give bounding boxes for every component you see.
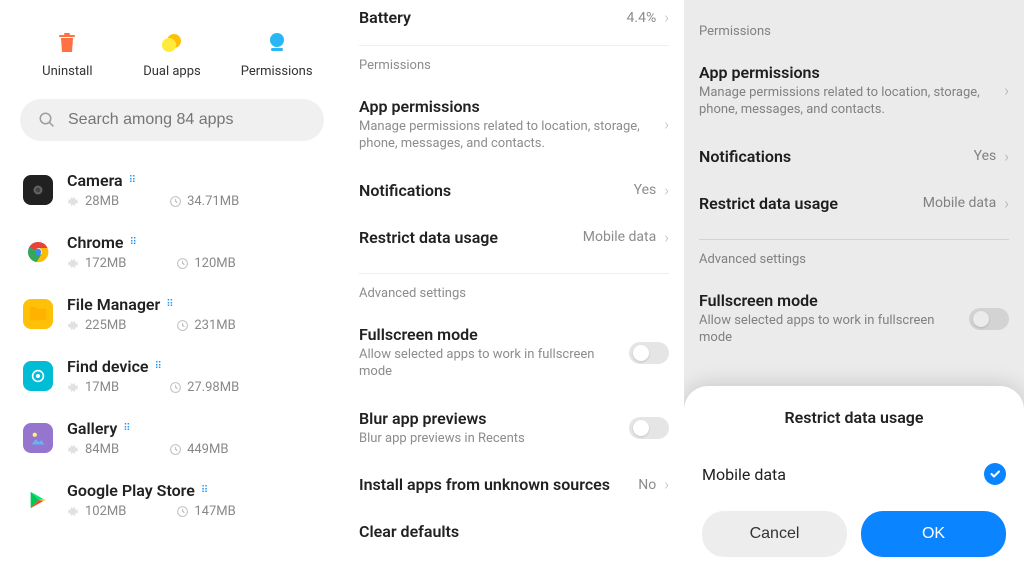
- setting-desc: Manage permissions related to location, …: [359, 119, 664, 153]
- restrict-data-row[interactable]: Restrict data usage Mobile data ›: [359, 214, 669, 273]
- app-name: Find device: [67, 357, 149, 376]
- app-data-size: 449MB: [169, 442, 228, 457]
- loading-dots-icon: ⠿: [155, 361, 161, 372]
- chevron-right-icon: ›: [664, 475, 669, 494]
- clear-defaults-row[interactable]: Clear defaults: [359, 508, 669, 555]
- chevron-right-icon: ›: [664, 115, 669, 134]
- dual-apps-icon: [159, 30, 185, 56]
- permissions-header: Permissions: [359, 46, 669, 83]
- permissions-icon: [264, 30, 290, 56]
- restrict-data-dialog: Restrict data usage Mobile data Cancel O…: [684, 386, 1024, 575]
- setting-value: Yes: [634, 182, 657, 198]
- app-row[interactable]: Chrome ⠿ 172MB 120MB: [15, 221, 329, 283]
- loading-dots-icon: ⠿: [129, 175, 135, 186]
- loading-dots-icon: ⠿: [130, 237, 136, 248]
- setting-desc: Allow selected apps to work in fullscree…: [359, 347, 629, 381]
- app-data-size: 120MB: [176, 256, 235, 271]
- search-icon: [38, 111, 56, 129]
- setting-desc: Blur app previews in Recents: [359, 431, 629, 448]
- setting-title: Clear defaults: [359, 522, 669, 541]
- notifications-row[interactable]: Notifications Yes ›: [359, 167, 669, 214]
- app-name: Chrome: [67, 233, 124, 252]
- app-row[interactable]: Gallery ⠿ 84MB 449MB: [15, 407, 329, 469]
- app-icon: [23, 361, 53, 391]
- action-label: Uninstall: [42, 64, 92, 79]
- chevron-right-icon: ›: [664, 181, 669, 200]
- loading-dots-icon: ⠿: [201, 485, 207, 496]
- app-name: Google Play Store: [67, 481, 195, 500]
- app-storage-size: 102MB: [67, 504, 126, 519]
- mobile-data-option[interactable]: Mobile data: [702, 453, 1006, 511]
- loading-dots-icon: ⠿: [123, 423, 129, 434]
- app-icon: [23, 299, 53, 329]
- app-icon: [23, 237, 53, 267]
- option-label: Mobile data: [702, 465, 984, 484]
- app-name: File Manager: [67, 295, 160, 314]
- advanced-header: Advanced settings: [359, 274, 669, 311]
- top-actions-bar: Uninstall Dual apps Permissions: [15, 20, 329, 99]
- app-storage-size: 84MB: [67, 442, 119, 457]
- battery-row[interactable]: Battery 4.4% ›: [359, 0, 669, 45]
- app-storage-size: 28MB: [67, 194, 119, 209]
- blur-previews-row[interactable]: Blur app previews Blur app previews in R…: [359, 395, 669, 462]
- app-icon: [23, 485, 53, 515]
- app-row[interactable]: Camera ⠿ 28MB 34.71MB: [15, 159, 329, 221]
- setting-title: Fullscreen mode: [359, 325, 629, 344]
- chevron-right-icon: ›: [664, 228, 669, 247]
- check-icon: [984, 463, 1006, 485]
- setting-title: Blur app previews: [359, 409, 629, 428]
- fullscreen-mode-row[interactable]: Fullscreen mode Allow selected apps to w…: [359, 311, 669, 395]
- action-label: Dual apps: [143, 64, 201, 79]
- app-settings-pane: Battery 4.4% › Permissions App permissio…: [344, 0, 684, 575]
- blur-toggle[interactable]: [629, 417, 669, 439]
- action-label: Permissions: [241, 64, 313, 79]
- dual-apps-action[interactable]: Dual apps: [127, 30, 217, 79]
- app-name: Camera: [67, 171, 123, 190]
- permissions-action[interactable]: Permissions: [232, 30, 322, 79]
- app-storage-size: 172MB: [67, 256, 126, 271]
- apps-list-pane: Uninstall Dual apps Permissions: [0, 0, 344, 575]
- app-icon: [23, 423, 53, 453]
- setting-title: Notifications: [359, 181, 634, 200]
- search-input[interactable]: [68, 111, 306, 129]
- app-storage-size: 17MB: [67, 380, 119, 395]
- cancel-button[interactable]: Cancel: [702, 511, 847, 557]
- app-data-size: 27.98MB: [169, 380, 239, 395]
- app-row[interactable]: Find device ⠿ 17MB 27.98MB: [15, 345, 329, 407]
- fullscreen-toggle[interactable]: [629, 342, 669, 364]
- search-bar[interactable]: [20, 99, 324, 141]
- app-data-size: 34.71MB: [169, 194, 239, 209]
- loading-dots-icon: ⠿: [166, 299, 172, 310]
- chevron-right-icon: ›: [664, 8, 669, 27]
- trash-icon: [54, 30, 80, 56]
- ok-button[interactable]: OK: [861, 511, 1006, 557]
- setting-value: Mobile data: [583, 229, 656, 245]
- app-data-size: 231MB: [176, 318, 235, 333]
- dialog-pane: Permissions App permissions Manage permi…: [684, 0, 1024, 575]
- install-unknown-row[interactable]: Install apps from unknown sources No ›: [359, 461, 669, 508]
- app-row[interactable]: Google Play Store ⠿ 102MB 147MB: [15, 469, 329, 531]
- setting-title: Restrict data usage: [359, 228, 583, 247]
- dialog-title: Restrict data usage: [702, 408, 1006, 427]
- setting-title: Install apps from unknown sources: [359, 475, 638, 494]
- setting-title: App permissions: [359, 97, 664, 116]
- uninstall-action[interactable]: Uninstall: [22, 30, 112, 79]
- battery-value: 4.4%: [627, 10, 657, 26]
- app-data-size: 147MB: [176, 504, 235, 519]
- app-name: Gallery: [67, 419, 117, 438]
- app-icon: [23, 175, 53, 205]
- app-storage-size: 225MB: [67, 318, 126, 333]
- setting-value: No: [638, 477, 656, 493]
- app-row[interactable]: File Manager ⠿ 225MB 231MB: [15, 283, 329, 345]
- battery-title: Battery: [359, 8, 627, 27]
- app-permissions-row[interactable]: App permissions Manage permissions relat…: [359, 83, 669, 167]
